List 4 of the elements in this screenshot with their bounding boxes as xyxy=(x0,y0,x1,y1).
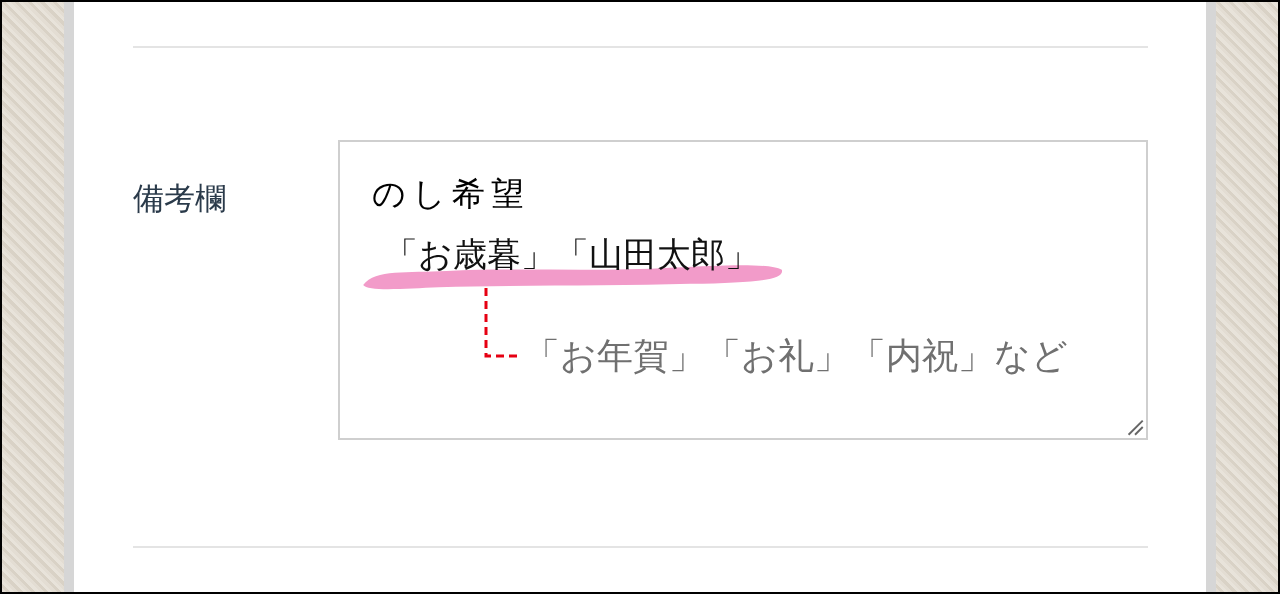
annotation-note: 「お年賀」「お礼」「内祝」など xyxy=(524,334,1068,378)
leader-line xyxy=(484,288,520,360)
field-label: 備考欄 xyxy=(133,179,227,218)
resize-grip-icon xyxy=(1126,418,1144,436)
